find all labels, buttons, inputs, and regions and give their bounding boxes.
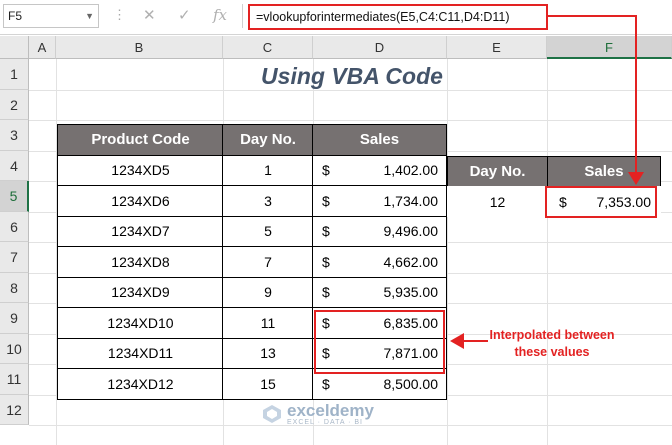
- sales-cell[interactable]: $4,662.00: [312, 246, 447, 278]
- row-header-3[interactable]: 3: [0, 120, 29, 151]
- table-header-product-code[interactable]: Product Code: [57, 124, 224, 156]
- arrow-left-icon: [450, 333, 464, 349]
- row-header-5[interactable]: 5: [0, 181, 29, 212]
- grid-hline: [29, 120, 672, 121]
- column-header-c[interactable]: C: [223, 36, 313, 59]
- product-code-cell[interactable]: 1234XD10: [57, 307, 224, 339]
- product-code-cell[interactable]: 1234XD9: [57, 276, 224, 308]
- day-no-cell[interactable]: 1: [222, 154, 314, 186]
- column-header-d[interactable]: D: [313, 36, 447, 59]
- arrow-line-vertical: [635, 15, 637, 177]
- sheet-title: Using VBA Code: [261, 63, 443, 89]
- product-code-cell[interactable]: 1234XD12: [57, 368, 224, 400]
- sales-cell[interactable]: $1,402.00: [312, 154, 447, 186]
- formula-bar-divider: [242, 4, 243, 28]
- exceldemy-logo-icon: [263, 405, 281, 423]
- exceldemy-watermark: exceldemy EXCEL · DATA · BI: [262, 399, 374, 429]
- row-header-1[interactable]: 1: [0, 59, 29, 90]
- row-header-9[interactable]: 9: [0, 303, 29, 334]
- sales-value: 1,402.00: [383, 162, 439, 179]
- table-header-sales[interactable]: Sales: [312, 124, 447, 156]
- lookup-header-day[interactable]: Day No.: [447, 156, 548, 187]
- day-no-cell[interactable]: 11: [222, 307, 314, 339]
- grid-vline: [447, 59, 448, 445]
- product-code-cell[interactable]: 1234XD7: [57, 215, 224, 247]
- sales-cell[interactable]: $5,935.00: [312, 276, 447, 308]
- name-box[interactable]: F5 ▼: [3, 4, 99, 28]
- select-all-corner[interactable]: [0, 36, 29, 59]
- grid-vline: [547, 59, 548, 445]
- sales-value: 4,662.00: [383, 253, 439, 270]
- name-box-value: F5: [8, 9, 23, 23]
- row-header-4[interactable]: 4: [0, 150, 29, 181]
- row-header-12[interactable]: 12: [0, 394, 29, 425]
- arrow-line-horizontal: [548, 15, 636, 17]
- day-no-cell[interactable]: 3: [222, 185, 314, 217]
- day-no-cell[interactable]: 5: [222, 215, 314, 247]
- currency-symbol: $: [322, 375, 330, 392]
- row-header-8[interactable]: 8: [0, 272, 29, 303]
- currency-symbol: $: [322, 162, 330, 179]
- name-box-dropdown-icon[interactable]: ▼: [85, 5, 94, 27]
- day-no-cell[interactable]: 13: [222, 337, 314, 369]
- formula-bar: F5 ▼ ⋮ ✕ ✓ fx =vlookupforintermediates(E…: [0, 0, 672, 35]
- cancel-icon[interactable]: ✕: [143, 6, 156, 24]
- product-code-cell[interactable]: 1234XD8: [57, 246, 224, 278]
- column-header-e[interactable]: E: [447, 36, 547, 59]
- sales-value: 8,500.00: [383, 375, 439, 392]
- row-header-11[interactable]: 11: [0, 364, 29, 395]
- row-header-2[interactable]: 2: [0, 89, 29, 120]
- sales-value: 5,935.00: [383, 284, 439, 301]
- row-header-6[interactable]: 6: [0, 211, 29, 242]
- insert-function-icon[interactable]: fx: [213, 6, 227, 24]
- day-no-cell[interactable]: 9: [222, 276, 314, 308]
- annotation-line-2: these values: [514, 345, 590, 359]
- enter-icon[interactable]: ✓: [178, 6, 191, 24]
- sales-value: 1,734.00: [383, 192, 439, 209]
- currency-symbol: $: [322, 192, 330, 209]
- product-code-cell[interactable]: 1234XD11: [57, 337, 224, 369]
- column-header-f[interactable]: F: [547, 36, 672, 59]
- day-no-cell[interactable]: 15: [222, 368, 314, 400]
- day-no-cell[interactable]: 7: [222, 246, 314, 278]
- interpolation-highlight-box: [314, 310, 445, 374]
- column-header-a[interactable]: A: [29, 36, 56, 59]
- sales-cell[interactable]: $1,734.00: [312, 185, 447, 217]
- result-highlight-box: [545, 186, 657, 218]
- more-options-icon: ⋮: [113, 7, 126, 22]
- annotation-line-1: Interpolated between: [489, 328, 615, 342]
- sales-value: 9,496.00: [383, 223, 439, 240]
- currency-symbol: $: [322, 223, 330, 240]
- product-code-cell[interactable]: 1234XD6: [57, 185, 224, 217]
- lookup-day-cell[interactable]: 12: [447, 186, 548, 217]
- table-header-day-no[interactable]: Day No.: [222, 124, 314, 156]
- interpolation-annotation: Interpolated between these values: [472, 327, 632, 361]
- row-header-7[interactable]: 7: [0, 242, 29, 273]
- currency-symbol: $: [322, 253, 330, 270]
- column-header-b[interactable]: B: [56, 36, 223, 59]
- currency-symbol: $: [322, 284, 330, 301]
- row-header-10[interactable]: 10: [0, 333, 29, 364]
- formula-text: =vlookupforintermediates(E5,C4:C11,D4:D1…: [256, 10, 510, 24]
- watermark-tagline: EXCEL · DATA · BI: [287, 418, 363, 426]
- sales-cell[interactable]: $9,496.00: [312, 215, 447, 247]
- product-code-cell[interactable]: 1234XD5: [57, 154, 224, 186]
- arrow-down-icon: [628, 172, 644, 185]
- formula-input[interactable]: =vlookupforintermediates(E5,C4:C11,D4:D1…: [248, 4, 548, 30]
- watermark-name: exceldemy: [287, 400, 374, 420]
